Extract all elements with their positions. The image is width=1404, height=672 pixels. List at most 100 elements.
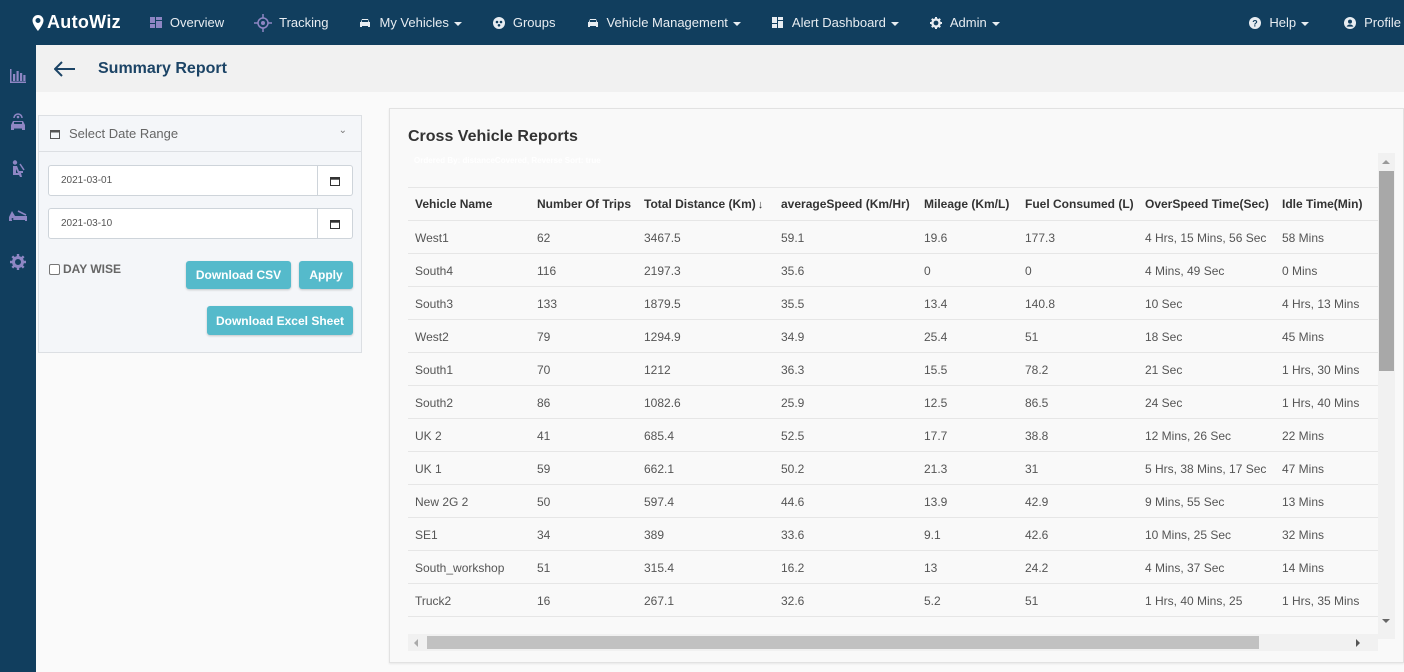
col-label: Number Of Trips xyxy=(537,197,632,211)
cell-total-distance: 315.4 xyxy=(637,550,774,584)
sort-desc-icon: ↓ xyxy=(757,199,764,211)
col-label: averageSpeed (Km/Hr) xyxy=(781,197,910,211)
table-row[interactable]: New 2G 2 50 597.4 44.6 13.9 42.9 9 Mins, 55 Se… xyxy=(408,484,1380,518)
bar-chart-icon[interactable] xyxy=(8,66,28,86)
table-row[interactable]: South2 86 1082.6 25.9 12.5 86.5 24 Sec 1 Hrs, 4… xyxy=(408,385,1380,419)
nav-groups[interactable]: Groups xyxy=(492,15,556,30)
cell-overspeed-time: 4 Mins, 49 Sec xyxy=(1138,253,1275,287)
col-fuel-consumed[interactable]: Fuel Consumed (L) xyxy=(1018,187,1138,221)
nav-admin[interactable]: Admin xyxy=(929,15,1000,30)
car-service-icon[interactable] xyxy=(8,112,28,132)
table-row[interactable]: South3 133 1879.5 35.5 13.4 140.8 10 Sec 4 Hrs,… xyxy=(408,286,1380,320)
nav-profile[interactable]: Profile xyxy=(1343,15,1401,30)
download-csv-button[interactable]: Download CSV xyxy=(186,261,291,289)
cell-vehicle-name: New 2G 2 xyxy=(408,484,530,518)
cell-overspeed-time: 10 Sec xyxy=(1138,286,1275,320)
date-range-toggle[interactable]: Select Date Range ⌄ xyxy=(39,116,361,152)
table-row[interactable]: South_workshop 51 315.4 16.2 13 24.2 4 Mins, 3… xyxy=(408,550,1380,584)
back-arrow-icon[interactable] xyxy=(54,58,76,80)
table-row[interactable]: UK 1 59 662.1 50.2 21.3 31 5 Hrs, 38 Mins, 17 … xyxy=(408,451,1380,485)
table-row[interactable]: SE1 34 389 33.6 9.1 42.6 10 Mins, 25 Sec 32 Min… xyxy=(408,517,1380,551)
vertical-scrollbar[interactable] xyxy=(1378,153,1395,639)
chevron-down-icon xyxy=(453,21,462,26)
end-date-picker-button[interactable] xyxy=(318,208,353,239)
cell-vehicle-name: South2 xyxy=(408,385,530,419)
cell-vehicle-name: South3 xyxy=(408,286,530,320)
chevron-down-icon xyxy=(1301,21,1310,26)
cell-mileage: 15.5 xyxy=(917,352,1018,386)
cell-overspeed-time: 4 Mins, 37 Sec xyxy=(1138,550,1275,584)
nav-alert-dashboard[interactable]: Alert Dashboard xyxy=(771,15,899,30)
col-average-speed[interactable]: averageSpeed (Km/Hr) xyxy=(774,187,917,221)
cell-mileage: 13.4 xyxy=(917,286,1018,320)
col-number-of-trips[interactable]: Number Of Trips xyxy=(530,187,637,221)
cell-average-speed: 16.2 xyxy=(774,550,917,584)
scroll-up-arrow-icon[interactable] xyxy=(1382,160,1390,164)
horizontal-scroll-thumb[interactable] xyxy=(427,636,1259,649)
cell-mileage: 0 xyxy=(917,253,1018,287)
driver-icon[interactable] xyxy=(8,159,28,179)
chevron-down-icon xyxy=(991,21,1000,26)
table-row[interactable]: UK 2 41 685.4 52.5 17.7 38.8 12 Mins, 26 Sec 22… xyxy=(408,418,1380,452)
download-excel-button[interactable]: Download Excel Sheet xyxy=(207,306,353,335)
cell-number-of-trips: 50 xyxy=(530,484,637,518)
cell-overspeed-time: 5 Hrs, 38 Mins, 17 Sec xyxy=(1138,451,1275,485)
scroll-right-arrow-icon[interactable] xyxy=(1356,639,1360,647)
cell-total-distance: 389 xyxy=(637,517,774,551)
cell-vehicle-name: South4 xyxy=(408,253,530,287)
table-row[interactable]: West1 62 3467.5 59.1 19.6 177.3 4 Hrs, 15 Mins… xyxy=(408,220,1380,254)
car-repair-icon[interactable] xyxy=(8,206,28,226)
chevron-down-icon: ⌄ xyxy=(338,125,347,136)
brand-logo[interactable]: AutoWiz xyxy=(32,12,121,33)
cell-fuel-consumed: 38.8 xyxy=(1018,418,1138,452)
col-label: OverSpeed Time(Sec) xyxy=(1145,197,1269,211)
col-overspeed-time[interactable]: OverSpeed Time(Sec) xyxy=(1138,187,1275,221)
cell-number-of-trips: 16 xyxy=(530,583,637,617)
table-row[interactable]: West2 79 1294.9 34.9 25.4 51 18 Sec 45 Mins xyxy=(408,319,1380,353)
nav-overview[interactable]: Overview xyxy=(149,15,224,30)
help-icon: ? xyxy=(1248,16,1262,30)
col-total-distance[interactable]: Total Distance (Km) ↓ xyxy=(637,187,774,221)
start-date-input[interactable] xyxy=(48,165,318,196)
day-wise-checkbox[interactable]: DAY WISE xyxy=(49,262,121,276)
apply-button[interactable]: Apply xyxy=(299,261,353,289)
cell-mileage: 17.7 xyxy=(917,418,1018,452)
groups-icon xyxy=(492,16,506,30)
nav-help[interactable]: ? Help xyxy=(1248,15,1310,30)
nav-my-vehicles[interactable]: My Vehicles xyxy=(358,15,462,30)
cell-vehicle-name: South1 xyxy=(408,352,530,386)
cell-fuel-consumed: 24.2 xyxy=(1018,550,1138,584)
table-row[interactable]: South1 70 1212 36.3 15.5 78.2 21 Sec 1 Hrs, 30 … xyxy=(408,352,1380,386)
page-header: Summary Report xyxy=(36,45,1404,92)
cell-average-speed: 34.9 xyxy=(774,319,917,353)
col-mileage[interactable]: Mileage (Km/L) xyxy=(917,187,1018,221)
cell-idle-time: 22 Mins xyxy=(1275,418,1380,452)
horizontal-scrollbar[interactable] xyxy=(408,634,1378,651)
cell-fuel-consumed: 51 xyxy=(1018,583,1138,617)
col-label: Vehicle Name xyxy=(415,197,493,211)
settings-icon[interactable] xyxy=(8,252,28,272)
chevron-down-icon xyxy=(890,21,899,26)
checkbox-box[interactable] xyxy=(49,263,60,275)
nav-tracking-label: Tracking xyxy=(279,15,329,30)
nav-alert-dashboard-label: Alert Dashboard xyxy=(791,15,886,30)
col-vehicle-name[interactable]: Vehicle Name xyxy=(408,187,530,221)
cell-total-distance: 662.1 xyxy=(637,451,774,485)
nav-tracking[interactable]: Tracking xyxy=(254,13,329,32)
cell-vehicle-name: West1 xyxy=(408,220,530,254)
col-idle-time[interactable]: Idle Time(Min) xyxy=(1275,187,1380,221)
scroll-down-arrow-icon[interactable] xyxy=(1382,619,1390,623)
cell-idle-time: 1 Hrs, 40 Mins xyxy=(1275,385,1380,419)
cell-average-speed: 52.5 xyxy=(774,418,917,452)
nav-vehicle-management[interactable]: Vehicle Management xyxy=(586,15,741,30)
cell-average-speed: 32.6 xyxy=(774,583,917,617)
start-date-picker-button[interactable] xyxy=(318,165,353,196)
scroll-left-arrow-icon[interactable] xyxy=(414,639,418,647)
cell-average-speed: 33.6 xyxy=(774,517,917,551)
vertical-scroll-thumb[interactable] xyxy=(1379,171,1394,371)
cell-number-of-trips: 34 xyxy=(530,517,637,551)
table-row[interactable]: Truck2 16 267.1 32.6 5.2 51 1 Hrs, 40 Mins, 25… xyxy=(408,583,1380,617)
end-date-input[interactable] xyxy=(48,208,318,239)
table-row[interactable]: South4 116 2197.3 35.6 0 0 4 Mins, 49 Sec 0 Min… xyxy=(408,253,1380,287)
cell-idle-time: 45 Mins xyxy=(1275,319,1380,353)
